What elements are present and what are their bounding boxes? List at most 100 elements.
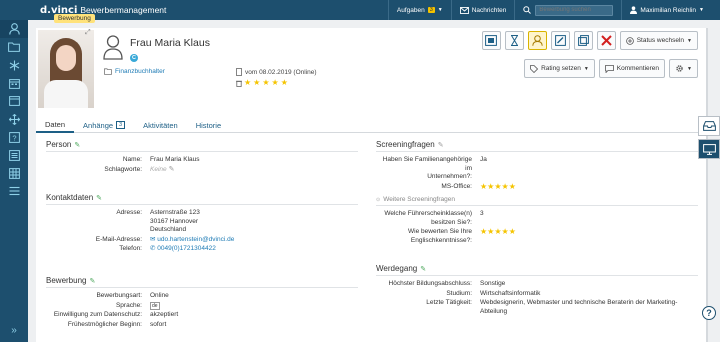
answer-stars: ★★★★★ (480, 228, 516, 245)
phone-link[interactable]: ✆ 0049(0)1721304422 (150, 245, 216, 254)
sidebar-item-calendar[interactable] (0, 74, 28, 92)
action-toolbar: Status wechseln ▼ (481, 31, 698, 50)
career-section: Werdegang ✎ Höchster Bildungsabschluss: S… (376, 264, 698, 317)
tab-activities[interactable]: Aktivitäten (134, 117, 187, 133)
list-lines-icon (9, 186, 19, 196)
applied-text: vom 08.02.2019 (Online) (245, 68, 317, 76)
help-icon: ? (8, 131, 20, 143)
section-title: Kontaktdaten (46, 193, 94, 202)
help-button[interactable]: ? (702, 306, 716, 320)
sidebar-item-messages[interactable] (0, 92, 28, 110)
copy-icon (577, 35, 589, 46)
comment-button[interactable]: Kommentieren (598, 59, 666, 78)
folder-icon (8, 42, 20, 52)
rating-button[interactable]: Rating setzen ▼ (524, 59, 595, 78)
messages-button[interactable]: Nachrichten (450, 0, 515, 20)
field-label: Telefon: (119, 245, 142, 252)
expand-sidebar-icon[interactable]: » (0, 325, 28, 336)
move-icon (8, 113, 20, 125)
pencil-icon[interactable]: ✎ (96, 194, 102, 202)
start-value: sofort (150, 320, 167, 328)
tooltip: Bewerbung (54, 14, 95, 23)
name-value: Frau Maria Klaus (150, 156, 200, 163)
tab-label: Anhänge (83, 120, 114, 130)
field-label: Schlagworte: (104, 165, 142, 173)
plus-circle-icon (625, 36, 634, 45)
top-bar: d.vinci Bewerbermanagement Aufgaben 3 ▼ … (0, 0, 720, 20)
job-title: Finanzbuchhalter (115, 68, 165, 75)
star-icon: ★★★★★ (480, 227, 516, 236)
field-label: Haben Sie Familienangehörige im Unternehm… (382, 156, 472, 180)
inbox-button[interactable] (698, 116, 720, 136)
sidebar-item-table[interactable] (0, 164, 28, 182)
email-link[interactable]: ✉ udo.hartenstein@dvinci.de (150, 236, 234, 245)
monitor-icon (702, 143, 716, 155)
scrollbar[interactable] (706, 28, 708, 342)
candidate-button[interactable] (527, 31, 547, 50)
tab-history[interactable]: Historie (187, 117, 230, 133)
application-type-value: Online (150, 292, 169, 299)
candidate-photo (38, 30, 94, 108)
pencil-icon[interactable]: ✎ (169, 166, 175, 175)
search-area (514, 0, 621, 20)
contact-section: Kontaktdaten ✎ Adresse: Asternstraße 123… (46, 193, 358, 255)
star-icon: ★ (271, 78, 279, 87)
address-line: Asternstraße 123 (150, 209, 200, 216)
tag-icon (530, 64, 539, 73)
inbox-icon (702, 121, 716, 131)
field-label: Höchster Bildungsabschluss: (388, 280, 472, 287)
pencil-icon[interactable]: ✎ (89, 277, 95, 285)
field-label: MS-Office: (441, 182, 472, 190)
pencil-icon[interactable]: ✎ (438, 141, 444, 149)
email-value: udo.hartenstein@dvinci.de (157, 235, 235, 243)
candidate-name: Frau Maria Klaus (130, 37, 210, 49)
education-value: Sonstige (480, 280, 506, 287)
chevron-down-icon: ▼ (687, 37, 692, 44)
section-header: Werdegang ✎ (376, 264, 698, 276)
expand-photo-icon[interactable]: ⤢ (85, 29, 91, 37)
tab-label: Daten (45, 119, 66, 129)
star-icon: ★ (262, 78, 270, 87)
chevron-down-icon[interactable]: ⊙ (376, 197, 380, 203)
section-title: Person (46, 140, 72, 149)
sidebar-item-help[interactable]: ? (0, 128, 28, 146)
star-icon: ★ (253, 78, 261, 87)
right-rail (698, 116, 720, 162)
sidebar-item-list[interactable] (0, 146, 28, 164)
tasks-menu[interactable]: Aufgaben 3 ▼ (387, 0, 451, 20)
reject-button[interactable] (596, 31, 616, 50)
tab-attachments[interactable]: Anhänge 3 (74, 117, 134, 133)
transfer-button[interactable] (481, 31, 501, 50)
edit-document-button[interactable] (550, 31, 570, 50)
section-header: Person ✎ (46, 140, 358, 152)
pencil-icon[interactable]: ✎ (74, 141, 80, 149)
user-name: Maximilian Reichlin (640, 6, 697, 14)
sidebar-item-move[interactable] (0, 110, 28, 128)
status-change-button[interactable]: Status wechseln ▼ (619, 31, 698, 50)
user-menu[interactable]: Maximilian Reichlin ▼ (621, 0, 712, 20)
application-section: Bewerbung ✎ Bewerbungsart: Online Sprache… (46, 276, 358, 330)
tab-label: Historie (195, 120, 222, 130)
settings-button[interactable]: ▼ (669, 59, 698, 78)
pencil-icon[interactable]: ✎ (420, 265, 426, 273)
rating-label: Rating setzen (541, 65, 581, 72)
tab-data[interactable]: Daten (36, 117, 75, 133)
star-icon: ★ (280, 78, 288, 87)
chevron-down-icon: ▼ (437, 7, 443, 13)
trash-icon (236, 80, 242, 87)
search-input[interactable] (535, 4, 614, 16)
job-link[interactable]: Finanzbuchhalter (104, 68, 165, 75)
sidebar-item-jobs[interactable] (0, 56, 28, 74)
hourglass-button[interactable] (504, 31, 524, 50)
field-label: Letzte Tätigkeit: (426, 299, 472, 306)
sidebar-item-folder[interactable] (0, 38, 28, 56)
chevron-down-icon: ▼ (699, 7, 704, 13)
user-icon (630, 6, 638, 14)
sidebar-item-person[interactable] (0, 20, 28, 38)
field-label: Wie bewerten Sie Ihre Englischkenntnisse?… (408, 228, 472, 244)
answer-value: Ja (480, 156, 487, 163)
sidebar-item-settings[interactable] (0, 182, 28, 200)
monitor-button[interactable] (698, 139, 720, 159)
search-icon[interactable] (523, 6, 532, 14)
copy-button[interactable] (573, 31, 593, 50)
